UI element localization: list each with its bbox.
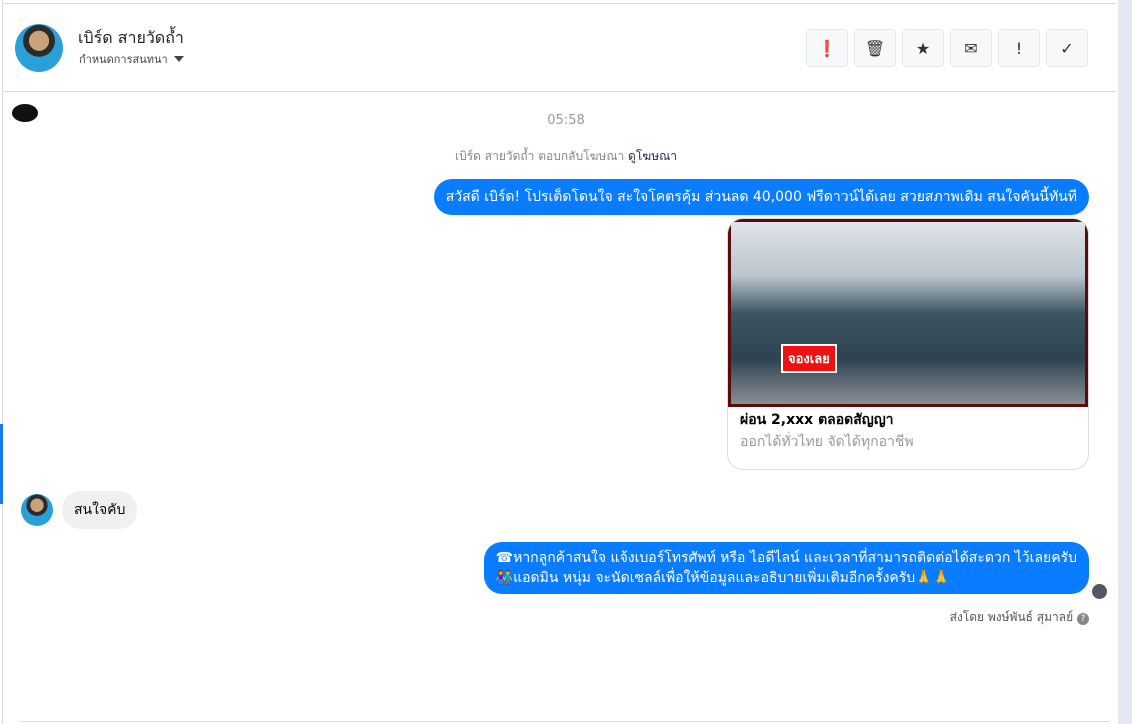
mark-unread-button[interactable]: ✉ <box>950 29 992 67</box>
caret-down-icon <box>173 56 184 62</box>
conversation-header: เบิร์ด สายวัดถ้ำ กำหนดการสนทนา ❗ 🗑 ★ ✉ !… <box>3 4 1116 92</box>
message-line: 👫แอดมิน หนุ่ม จะนัดเซลล์เพื่อให้ข้อมูลแล… <box>495 570 951 586</box>
message-line: ☎หากลูกค้าสนใจ แจ้งเบอร์โทรศัพท์ หรือ ไอ… <box>495 550 1077 566</box>
sent-by-text: ส่งโดย พงษ์พันธ์ สุมาลย์ <box>949 610 1074 624</box>
view-ad-link[interactable]: ดูโฆษณา <box>628 149 677 163</box>
outgoing-message: ☎หากลูกค้าสนใจ แจ้งเบอร์โทรศัพท์ หรือ ไอ… <box>483 542 1089 594</box>
trash-icon: 🗑 <box>864 38 886 58</box>
alert-circle-icon: ❗ <box>817 38 837 58</box>
delete-button[interactable]: 🗑 <box>854 29 896 67</box>
star-icon: ★ <box>915 38 931 58</box>
avatar[interactable] <box>15 24 63 72</box>
envelope-icon: ✉ <box>964 38 978 58</box>
ad-reply-note: เบิร์ด สายวัดถ้ำ ตอบกลับโฆษณา ดูโฆษณา <box>0 147 1132 166</box>
timestamp: 05:58 <box>547 113 585 128</box>
card-title: ผ่อน 2,xxx ตลอดสัญญา <box>740 412 894 428</box>
check-icon: ✓ <box>1060 38 1074 58</box>
composer-border <box>20 721 1110 722</box>
sent-by: ส่งโดย พงษ์พันธ์ สุมาลย์ ? <box>950 608 1089 627</box>
scrollbar[interactable] <box>1118 0 1132 724</box>
contact-avatar <box>21 494 53 526</box>
ad-card[interactable]: จองเลย ผ่อน 2,xxx ตลอดสัญญา ออกได้ทั่วไท… <box>727 218 1089 470</box>
done-button[interactable]: ✓ <box>1046 29 1088 67</box>
outgoing-message: สวัสดี เบิร์ด! โปรเต็ดโดนใจ สะใจโคตรคุ้ม… <box>433 179 1089 215</box>
active-indicator <box>0 424 3 504</box>
star-button[interactable]: ★ <box>902 29 944 67</box>
exclamation-icon: ! <box>1015 38 1023 58</box>
follow-up-button[interactable]: ! <box>998 29 1040 67</box>
action-toolbar: ❗ 🗑 ★ ✉ ! ✓ <box>806 29 1088 67</box>
card-subtitle: ออกได้ทั่วไทย จัดได้ทุกอาชีพ <box>740 434 914 450</box>
ad-note-text: เบิร์ด สายวัดถ้ำ ตอบกลับโฆษณา <box>455 149 625 163</box>
car-image: จองเลย <box>728 219 1088 407</box>
help-icon[interactable]: ? <box>1077 613 1089 625</box>
seen-avatar <box>1092 584 1107 599</box>
conversation-settings-dropdown[interactable]: กำหนดการสนทนา <box>79 50 184 68</box>
left-border <box>2 0 3 724</box>
spam-button[interactable]: ❗ <box>806 29 848 67</box>
contact-name[interactable]: เบิร์ด สายวัดถ้ำ <box>78 26 184 51</box>
book-now-badge: จองเลย <box>781 344 837 373</box>
incoming-message: สนใจคับ <box>62 491 138 529</box>
dropdown-label: กำหนดการสนทนา <box>79 53 168 66</box>
